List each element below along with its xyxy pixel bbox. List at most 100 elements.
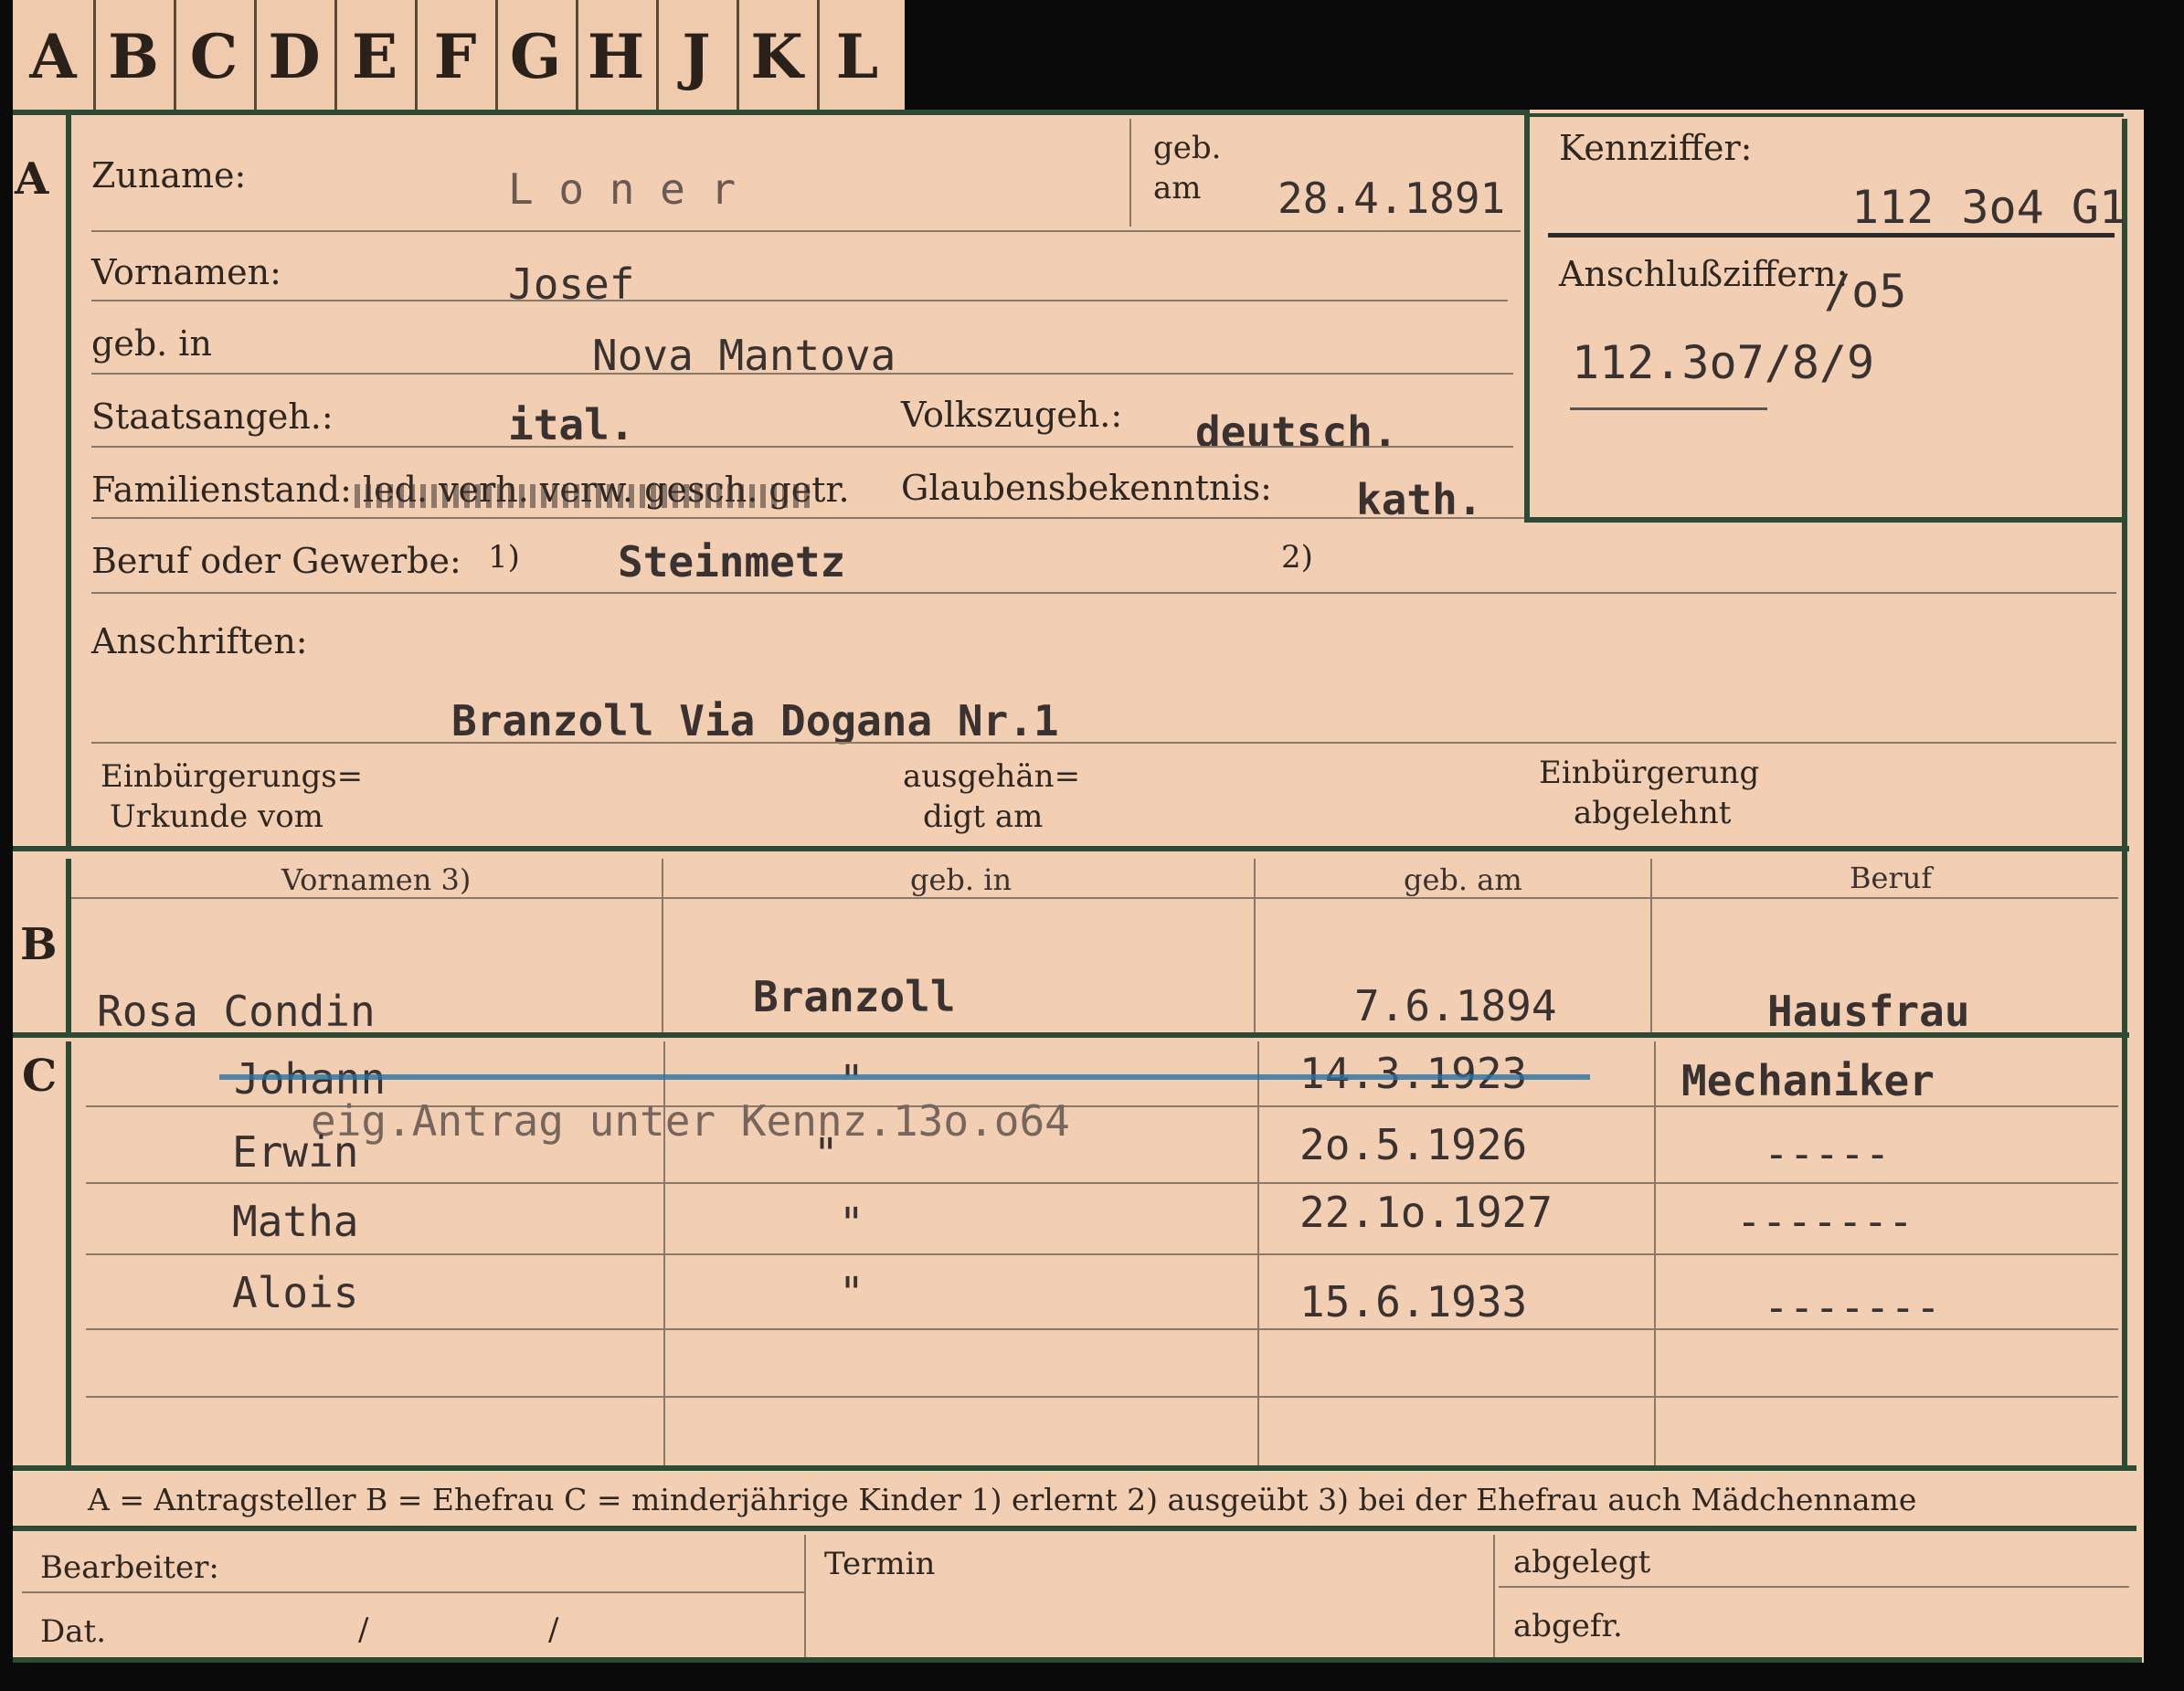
- citizenship-label: Staatsangeh.:: [91, 396, 334, 437]
- tab-k[interactable]: K: [737, 0, 820, 110]
- children-note: eig.Antrag unter Kennz.13o.o64: [311, 1096, 1070, 1146]
- naturalization-label-1: Einbürgerungs=: [101, 758, 364, 795]
- section-a-label: A: [15, 153, 49, 205]
- child-3-name: Matha: [232, 1197, 359, 1246]
- row-line-2: [91, 300, 1508, 301]
- address-value: Branzoll Via Dogana Nr.1: [451, 696, 1059, 745]
- tab-j[interactable]: J: [656, 0, 739, 110]
- child-4-born-on: 15.6.1933: [1299, 1277, 1528, 1326]
- refused-label-1: Einbürgerung: [1539, 755, 1760, 791]
- row-line-5: [91, 517, 1524, 519]
- linked-ids-underline: [1570, 407, 1767, 410]
- ethnicity-label: Volkszugeh.:: [901, 395, 1123, 435]
- refused-label-2: abgelehnt: [1574, 795, 1732, 831]
- linked-ids-value: 112.3o7/8/9: [1572, 336, 1875, 389]
- child-2-born-on: 2o.5.1926: [1299, 1120, 1528, 1169]
- filed-by-label: abgefr.: [1513, 1608, 1623, 1644]
- top-border: [13, 110, 1530, 115]
- footer-line-2: [1499, 1586, 2129, 1588]
- child-3-born-on: 22.1o.1927: [1299, 1188, 1553, 1237]
- spouse-header-born-on: geb. am: [1404, 862, 1522, 897]
- identifier-value: 112 3o4 G1: [1851, 181, 2127, 234]
- legend-text: A = Antragsteller B = Ehefrau C = minder…: [88, 1482, 1917, 1517]
- handed-label-2: digt am: [923, 798, 1044, 835]
- footer-line-1: [22, 1591, 804, 1593]
- tab-e[interactable]: E: [334, 0, 418, 110]
- left-border-a: [66, 115, 71, 846]
- child-2-name: Erwin: [232, 1127, 359, 1177]
- row-line-6: [91, 592, 2116, 594]
- legend-bottom-border: [13, 1526, 2136, 1531]
- tab-strip: A B C D E F G H J K L: [13, 0, 905, 111]
- tab-g[interactable]: G: [495, 0, 578, 110]
- spouse-header-line: [71, 897, 2118, 899]
- tab-h[interactable]: H: [576, 0, 659, 110]
- child-3-occupation: -------: [1736, 1197, 1914, 1246]
- surname-label: Zuname:: [91, 155, 247, 196]
- section-b-label: B: [20, 919, 58, 970]
- religion-label: Glaubensbekenntnis:: [901, 468, 1272, 508]
- marital-status-strikeout: [355, 484, 811, 508]
- clerk-label: Bearbeiter:: [40, 1549, 219, 1586]
- child-1-born-on: 14.3.1923: [1299, 1049, 1528, 1098]
- child-1-occupation: Mechaniker: [1681, 1056, 1935, 1105]
- born-on-label-2: am: [1153, 170, 1202, 206]
- tab-f[interactable]: F: [415, 0, 498, 110]
- tab-b[interactable]: B: [93, 0, 176, 110]
- spouse-header-names: Vornamen 3): [281, 862, 472, 897]
- child-1-strikethrough: [219, 1074, 1590, 1080]
- date-slash-1: /: [358, 1612, 369, 1648]
- born-on-label-1: geb.: [1153, 130, 1222, 166]
- occupation-mark-2: 2): [1281, 539, 1313, 576]
- id-box-top: [1530, 113, 2124, 117]
- section-c-top-border: [13, 1032, 2129, 1038]
- spouse-header-born-in: geb. in: [910, 862, 1012, 897]
- children-row-line-2: [86, 1182, 2118, 1184]
- id-box-bottom: [1524, 517, 2124, 523]
- id-box-left: [1524, 115, 1530, 523]
- left-border-b: [66, 859, 71, 1032]
- row-line-4: [91, 446, 1513, 448]
- occupation-label: Beruf oder Gewerbe:: [91, 541, 461, 581]
- spouse-col-divider-3: [1650, 859, 1652, 1032]
- first-names-label: Vornamen:: [91, 252, 281, 292]
- right-border: [2122, 119, 2127, 1471]
- date-slash-2: /: [548, 1612, 559, 1648]
- spouse-col-divider-2: [1254, 859, 1256, 1032]
- occupation-value: Steinmetz: [618, 537, 846, 587]
- spouse-header-occupation: Beruf: [1850, 861, 1933, 895]
- child-4-occupation: -------: [1764, 1283, 1941, 1332]
- naturalization-label-2: Urkunde vom: [110, 798, 323, 835]
- row-line-7: [91, 742, 2116, 744]
- child-4-born-in: ": [839, 1268, 864, 1317]
- identifier-label: Kennziffer:: [1559, 128, 1753, 168]
- spouse-col-divider-1: [662, 859, 663, 1032]
- children-row-line-5: [86, 1396, 2118, 1398]
- section-c-label: C: [22, 1051, 58, 1102]
- born-on-value: 28.4.1891: [1278, 174, 1506, 223]
- born-in-label: geb. in: [91, 323, 212, 364]
- surname-value: L o n e r: [508, 164, 737, 214]
- child-4-name: Alois: [232, 1268, 359, 1317]
- citizenship-value: ital.: [508, 400, 635, 449]
- spouse-born-in: Branzoll: [753, 972, 956, 1021]
- deadline-label: Termin: [824, 1546, 936, 1582]
- tab-d[interactable]: D: [254, 0, 337, 110]
- child-2-occupation: -----: [1764, 1129, 1891, 1178]
- tab-l[interactable]: L: [817, 0, 897, 110]
- card-bottom-border: [13, 1657, 2142, 1663]
- date-label: Dat.: [40, 1613, 107, 1650]
- section-b-top-border: [13, 846, 2129, 851]
- footer-divider-1: [804, 1535, 806, 1659]
- linked-ids-suffix: /o5: [1824, 265, 1907, 318]
- row-line-1: [91, 230, 1521, 232]
- child-3-born-in: ": [839, 1199, 864, 1248]
- tab-c[interactable]: C: [174, 0, 257, 110]
- left-border-c: [66, 1041, 71, 1471]
- filed-label: abgelegt: [1513, 1544, 1651, 1580]
- occupation-mark-1: 1): [488, 539, 520, 576]
- legend-top-border: [13, 1465, 2136, 1471]
- tab-a[interactable]: A: [13, 0, 96, 110]
- born-on-divider: [1129, 119, 1131, 227]
- addresses-label: Anschriften:: [91, 621, 308, 661]
